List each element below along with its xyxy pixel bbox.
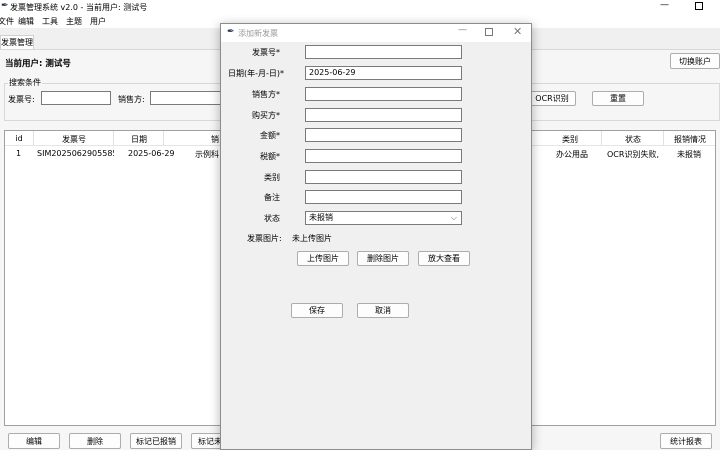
field-label-amount: 金额* [260,131,280,140]
search-seller-input[interactable] [150,91,225,105]
table-row-date[interactable]: 2025-06-29 [128,149,175,159]
field-label-note: 备注 [264,193,280,202]
column-header-status[interactable]: 状态 [602,134,664,145]
buyer-input[interactable] [305,108,462,122]
menu-tools[interactable]: 工具 [42,16,58,27]
menu-user[interactable]: 用户 [90,16,106,27]
note-input[interactable] [305,190,462,204]
main-window-title: 发票管理系统 v2.0 - 当前用户: 测试号 [10,3,148,12]
status-select-value: 未报销 [309,213,333,222]
dialog-maximize-icon[interactable] [485,28,493,36]
app-icon: ✒ [1,1,9,11]
column-header-id[interactable]: id [5,134,33,145]
field-label-date: 日期(年-月-日)* [228,69,285,78]
save-button[interactable]: 保存 [291,303,343,318]
field-label-tax: 税额* [260,152,280,161]
delete-button[interactable]: 删除 [69,433,121,449]
ocr-button[interactable]: OCR识别 [528,91,576,106]
image-status: 未上传图片 [292,234,332,243]
search-invoice-input[interactable] [41,91,111,105]
table-row-category[interactable]: 办公用品 [556,149,588,159]
main-maximize-icon[interactable] [695,2,703,10]
column-header-date[interactable]: 日期 [114,134,164,145]
delete-image-button[interactable]: 删除图片 [357,251,409,266]
cancel-button[interactable]: 取消 [357,303,409,318]
dialog-minimize-icon[interactable]: — [458,25,467,35]
mark-reimbursed-button[interactable]: 标记已报销 [130,433,182,449]
seller-input[interactable] [305,87,462,101]
status-select[interactable]: 未报销 ⌵ [305,211,462,225]
field-label-invoice-no: 发票号* [252,48,280,57]
reset-button[interactable]: 重置 [592,91,644,106]
switch-account-button[interactable]: 切换账户 [670,53,720,69]
menu-theme[interactable]: 主题 [66,16,82,27]
table-row-id[interactable]: 1 [16,149,21,159]
field-label-buyer: 购买方* [252,111,280,120]
table-row-seller[interactable]: 示例科 [195,149,220,159]
table-row-status[interactable]: OCR识别失败, [607,149,661,159]
tax-input[interactable] [305,149,462,163]
column-header-reimbursement[interactable]: 报销情况 [664,134,716,145]
tab-label: 发票管理 [1,38,33,47]
category-input[interactable] [305,170,462,184]
search-invoice-label: 发票号: [8,95,35,104]
dialog-app-icon: ✒ [227,27,235,37]
search-group-label: 搜索条件 [8,77,42,88]
chevron-down-icon: ⌵ [450,213,457,222]
menu-edit[interactable]: 编辑 [18,16,34,27]
column-header-invoice-no[interactable]: 发票号 [34,134,114,145]
table-row-reimbursement[interactable]: 未报销 [677,149,701,159]
amount-input[interactable] [305,128,462,142]
menu-file[interactable]: 文件 [0,16,14,27]
main-minimize-icon[interactable]: — [660,0,669,10]
dialog-close-icon[interactable]: ✕ [513,25,522,38]
table-row-invoice-no[interactable]: SIM20250629055850 [37,149,114,159]
zoom-image-button[interactable]: 放大查看 [418,251,470,266]
upload-image-button[interactable]: 上传图片 [297,251,349,266]
current-user-label: 当前用户: 测试号 [5,59,71,69]
field-label-status: 状态 [264,214,280,223]
search-seller-label: 销售方: [118,95,145,104]
field-label-seller: 销售方* [252,90,280,99]
image-label: 发票图片: [247,234,282,243]
stats-report-button[interactable]: 统计报表 [660,433,712,449]
invoice-no-input[interactable] [305,45,462,59]
column-header-category[interactable]: 类别 [540,134,600,145]
field-label-category: 类别 [264,173,280,182]
dialog-title: 添加新发票 [238,29,278,38]
edit-button[interactable]: 编辑 [8,433,60,449]
date-input[interactable]: 2025-06-29 [305,66,462,80]
